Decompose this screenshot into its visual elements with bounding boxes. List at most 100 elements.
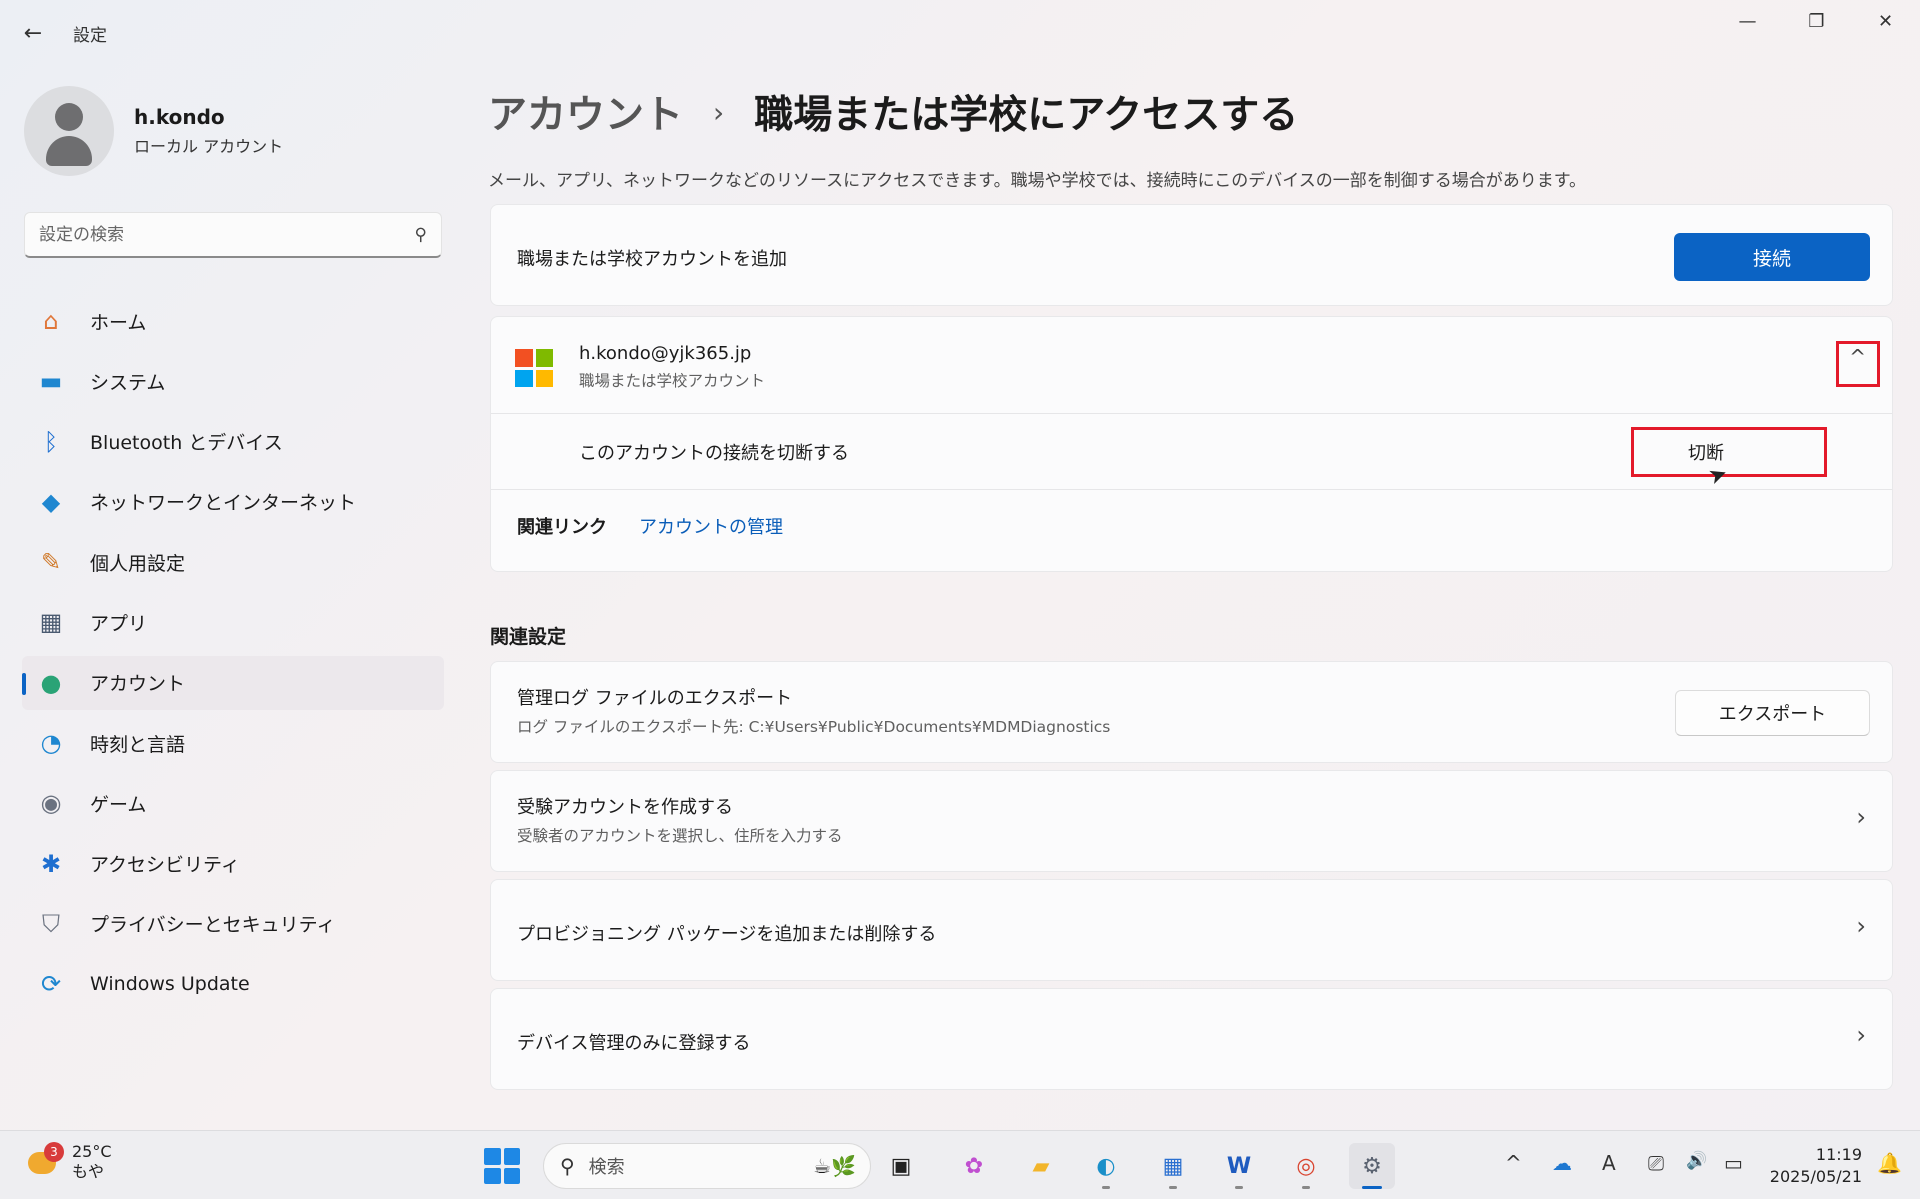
search-input[interactable] [39,224,415,245]
notification-icon[interactable]: 🔔 [1877,1151,1902,1175]
window-controls: — ❐ ✕ [1713,0,1920,42]
export-logs-path: ログ ファイルのエクスポート先: C:¥Users¥Public¥Documen… [517,718,1111,736]
export-logs-card: 管理ログ ファイルのエクスポート ログ ファイルのエクスポート先: C:¥Use… [490,661,1893,763]
settings-icon[interactable]: ⚙ [1349,1143,1395,1189]
battery-icon[interactable]: ▭ [1724,1151,1743,1175]
sidebar-item-label: プライバシーとセキュリティ [90,914,336,937]
search-highlight-icon: ☕🌿 [813,1154,856,1178]
breadcrumb: アカウント › 職場または学校にアクセスする [488,84,1298,140]
related-links-label: 関連リンク [517,517,607,538]
account-icon: ● [40,668,62,697]
minimize-button[interactable]: — [1713,0,1782,42]
clock[interactable]: 11:19 2025/05/21 [1770,1144,1862,1188]
sidebar-item-brush[interactable]: ✎ 個人用設定 [22,535,444,589]
sidebar-item-wifi[interactable]: ◆ ネットワークとインターネット [22,475,444,529]
task-view-glyph: ▣ [890,1153,912,1179]
ime-icon[interactable]: A [1602,1151,1616,1175]
app-title: 設定 [73,26,107,46]
sidebar-item-label: Windows Update [90,973,250,996]
weather-condition: もや [72,1162,105,1181]
wifi-icon: ◆ [41,487,61,516]
sidebar-item-clock-globe[interactable]: ◔ 時刻と言語 [22,716,444,770]
sidebar-item-system[interactable]: ▬ システム [22,354,444,408]
task-view-icon[interactable]: ▣ [878,1143,924,1189]
system-icon: ▬ [39,367,63,396]
weather-widget[interactable]: 3 25°C もや [22,1142,112,1182]
sidebar-item-update[interactable]: ⟳ Windows Update [22,957,444,1011]
file-explorer-icon[interactable]: ▰ [1018,1143,1064,1189]
title-bar: ← 設定 — ❐ ✕ [0,0,1920,64]
chrome-glyph: ◎ [1296,1153,1316,1179]
settings-search: ⚲ [24,212,442,258]
file-explorer-glyph: ▰ [1032,1153,1050,1179]
add-account-label: 職場または学校アカウントを追加 [517,249,787,270]
brush-icon: ✎ [40,548,62,577]
microsoft-logo-icon [515,349,553,387]
sidebar-item-gamepad[interactable]: ◉ ゲーム [22,776,444,830]
search-icon: ⚲ [560,1154,575,1178]
chevron-right-icon: › [1856,803,1866,831]
copilot-icon[interactable]: ✿ [951,1143,997,1189]
close-button[interactable]: ✕ [1851,0,1920,42]
display-icon[interactable]: ⎚ [1648,1151,1664,1175]
export-logs-title: 管理ログ ファイルのエクスポート [517,688,793,709]
device-management-card[interactable]: デバイス管理のみに登録する › [490,988,1893,1090]
sidebar-item-label: ホーム [90,311,147,334]
edge-glyph: ◐ [1096,1153,1116,1179]
back-button[interactable]: ← [18,18,48,48]
account-card: h.kondo@yjk365.jp 職場または学校アカウント ^ このアカウント… [490,316,1893,572]
store-icon[interactable]: ▦ [1150,1143,1196,1189]
maximize-button[interactable]: ❐ [1782,0,1851,42]
tray-overflow-icon[interactable]: ^ [1505,1151,1522,1175]
sidebar-item-accessibility[interactable]: ✱ アクセシビリティ [22,837,444,891]
gamepad-icon: ◉ [40,789,62,818]
copilot-glyph: ✿ [964,1153,984,1179]
sidebar-item-label: アカウント [90,673,186,696]
sidebar-item-account[interactable]: ● アカウント [22,655,444,710]
profile[interactable]: h.kondo ローカル アカウント [24,86,283,176]
exam-account-card[interactable]: 受験アカウントを作成する 受験者のアカウントを選択し、住所を入力する › [490,770,1893,872]
sidebar-item-label: ネットワークとインターネット [90,492,357,515]
shield-icon: ⛉ [42,909,60,938]
volume-icon[interactable]: 🔊 [1686,1151,1707,1171]
sidebar-item-shield[interactable]: ⛉ プライバシーとセキュリティ [22,897,444,951]
profile-account-type: ローカル アカウント [134,137,284,156]
onedrive-icon[interactable]: ☁ [1552,1151,1572,1175]
profile-name: h.kondo [134,105,225,129]
sidebar-item-label: アプリ [90,612,148,635]
sidebar-item-apps[interactable]: ▦ アプリ [22,595,444,649]
page-description: メール、アプリ、ネットワークなどのリソースにアクセスできます。職場や学校では、接… [488,171,1587,191]
sidebar-item-label: システム [90,371,166,394]
word-icon[interactable]: W [1216,1143,1262,1189]
edge-icon[interactable]: ◐ [1083,1143,1129,1189]
manage-account-link[interactable]: アカウントの管理 [639,513,783,539]
chevron-right-icon: › [1856,912,1866,940]
sidebar-item-label: アクセシビリティ [90,854,240,877]
connect-button[interactable]: 接続 [1674,233,1870,281]
temperature: 25°C [72,1142,112,1161]
word-glyph: W [1226,1153,1252,1179]
clock-globe-icon: ◔ [40,729,62,758]
sidebar: h.kondo ローカル アカウント ⚲ ⌂ ホーム ▬ システム ᛒ Bluetooth… [0,64,470,1124]
sidebar-nav: ⌂ ホーム ▬ システム ᛒ Bluetooth とデバイス ◆ ネットワークとインターネット… [22,294,444,1018]
sidebar-item-home[interactable]: ⌂ ホーム [22,294,444,348]
taskbar-search[interactable]: ⚲ 検索 ☕🌿 [543,1143,871,1189]
sidebar-item-bluetooth[interactable]: ᛒ Bluetooth とデバイス [22,415,444,469]
chrome-icon[interactable]: ◎ [1283,1143,1329,1189]
export-button[interactable]: エクスポート [1675,690,1870,736]
search-icon[interactable]: ⚲ [415,225,427,245]
taskbar-search-placeholder: 検索 [588,1157,625,1178]
clock-time: 11:19 [1815,1145,1862,1164]
account-type: 職場または学校アカウント [579,372,766,390]
home-icon: ⌂ [43,307,59,335]
provisioning-package-title: プロビジョニング パッケージを追加または削除する [517,924,937,945]
breadcrumb-parent[interactable]: アカウント [488,84,683,140]
provisioning-package-card[interactable]: プロビジョニング パッケージを追加または削除する › [490,879,1893,981]
taskbar: 3 25°C もや ⚲ 検索 ☕🌿 ▣ ✿ ▰ ◐ ▦ W ◎ ⚙ ^ ☁ A ⎚ 🔊 ▭ 1… [0,1130,1920,1199]
weather-icon: 3 [22,1142,64,1182]
chevron-right-icon: › [1856,1021,1866,1049]
related-settings-title: 関連設定 [490,626,567,648]
settings-glyph: ⚙ [1362,1153,1382,1179]
start-button[interactable] [484,1148,520,1184]
weather-badge: 3 [44,1142,64,1162]
